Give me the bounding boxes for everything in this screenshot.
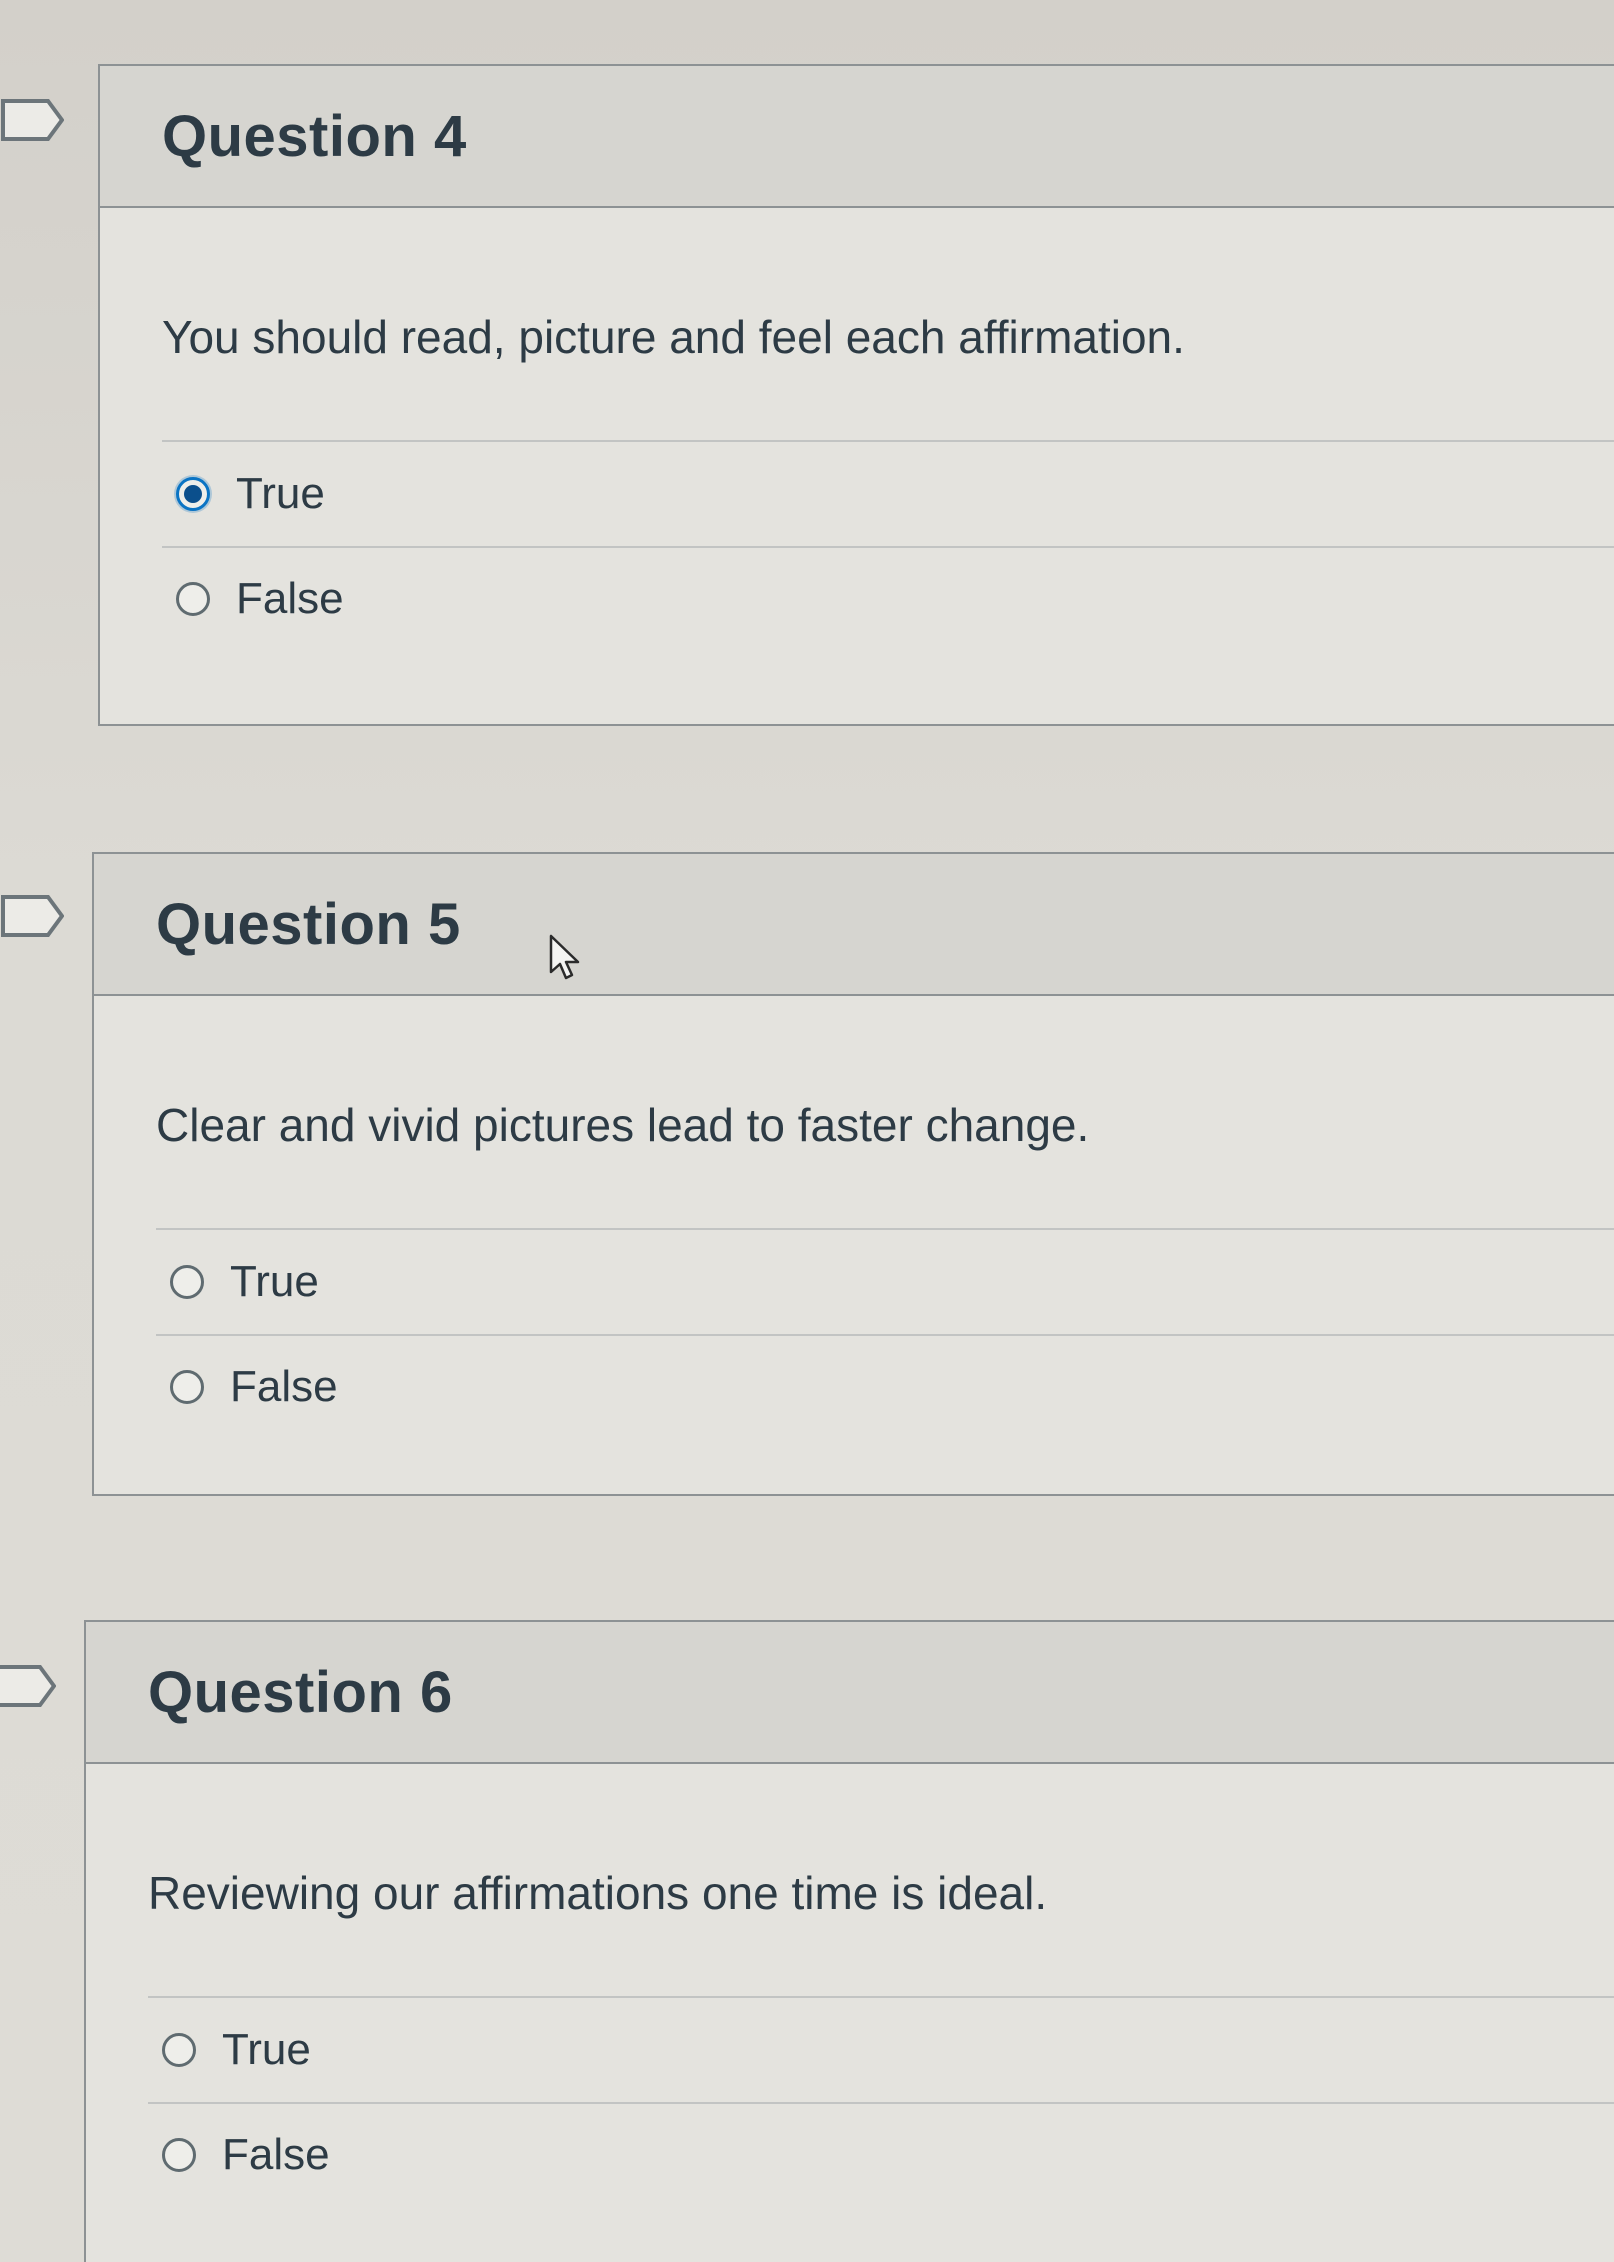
radio-button-selected-icon[interactable] [176, 477, 210, 511]
question-header: Question 6 [86, 1622, 1614, 1764]
answer-option-false[interactable]: False [156, 1334, 1614, 1438]
question-text: You should read, picture and feel each a… [162, 311, 1185, 363]
question-header: Question 4 [100, 66, 1614, 208]
radio-button-icon[interactable] [170, 1265, 204, 1299]
answer-option-true[interactable]: True [156, 1230, 1614, 1334]
answer-label[interactable]: True [222, 2025, 311, 2075]
question-body: You should read, picture and feel each a… [100, 208, 1614, 650]
radio-button-icon[interactable] [162, 2033, 196, 2067]
flag-question-icon[interactable] [0, 1664, 56, 1708]
answer-option-true[interactable]: True [162, 442, 1614, 546]
answer-option-false[interactable]: False [162, 546, 1614, 650]
answer-list: True False [162, 440, 1614, 650]
answer-option-true[interactable]: True [148, 1998, 1614, 2102]
question-card: Question 6 Reviewing our affirmations on… [84, 1620, 1614, 2262]
question-title: Question 6 [148, 1659, 453, 1725]
mouse-pointer-icon [548, 934, 582, 982]
question-card: Question 5 Clear and vivid pictures lead… [92, 852, 1614, 1496]
question-body: Reviewing our affirmations one time is i… [86, 1764, 1614, 2206]
question-text: Reviewing our affirmations one time is i… [148, 1867, 1048, 1919]
question-title: Question 5 [156, 891, 461, 957]
answer-list: True False [156, 1228, 1614, 1438]
answer-label[interactable]: True [230, 1257, 319, 1307]
radio-button-icon[interactable] [176, 582, 210, 616]
question-body: Clear and vivid pictures lead to faster … [94, 996, 1614, 1438]
answer-label[interactable]: False [230, 1362, 338, 1412]
answer-label[interactable]: False [222, 2130, 330, 2180]
answer-label[interactable]: False [236, 574, 344, 624]
radio-button-icon[interactable] [162, 2138, 196, 2172]
answer-label[interactable]: True [236, 469, 325, 519]
question-header: Question 5 [94, 854, 1614, 996]
flag-question-icon[interactable] [0, 894, 64, 938]
quiz-page: Question 4 You should read, picture and … [0, 0, 1614, 2262]
radio-button-icon[interactable] [170, 1370, 204, 1404]
answer-list: True False [148, 1996, 1614, 2206]
question-title: Question 4 [162, 103, 467, 169]
question-card: Question 4 You should read, picture and … [98, 64, 1614, 726]
question-text: Clear and vivid pictures lead to faster … [156, 1099, 1090, 1151]
flag-question-icon[interactable] [0, 98, 64, 142]
answer-option-false[interactable]: False [148, 2102, 1614, 2206]
